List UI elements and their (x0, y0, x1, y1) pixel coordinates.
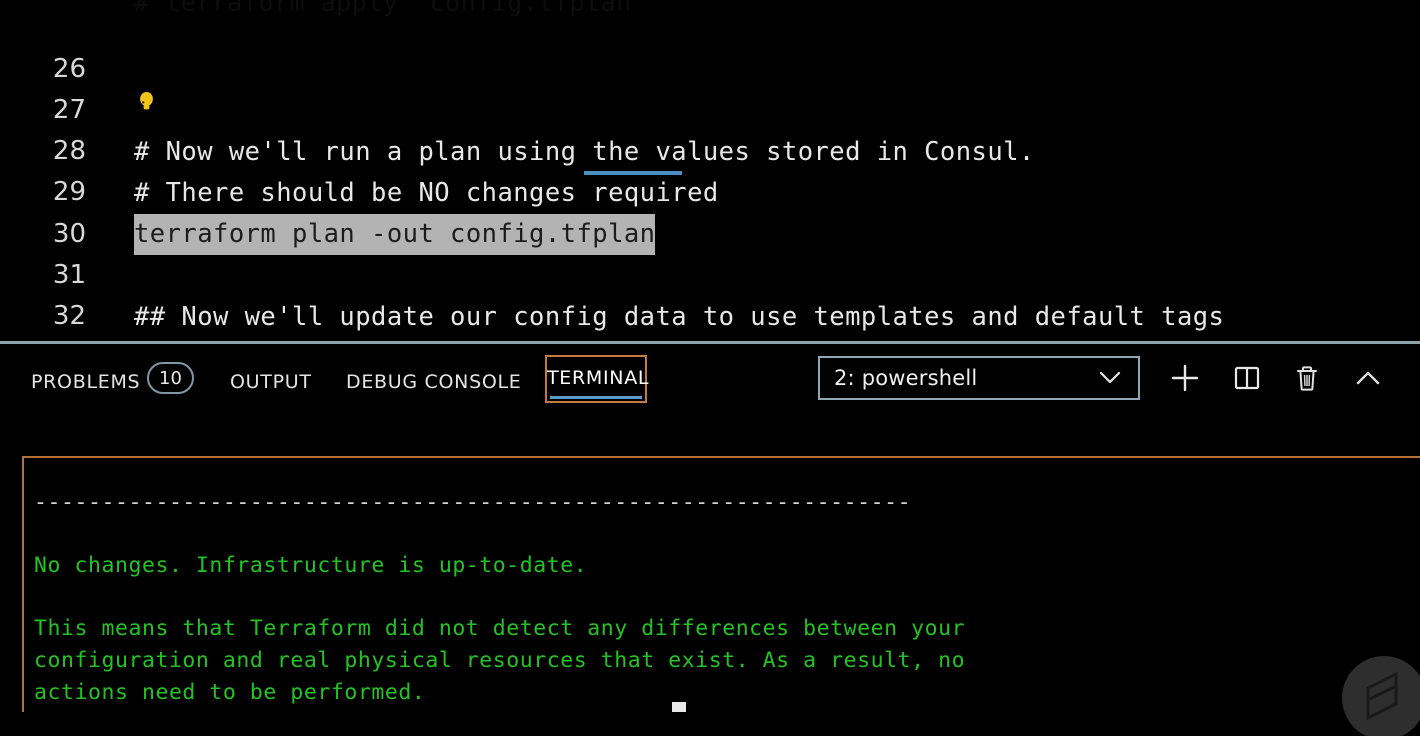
plus-icon[interactable] (1165, 358, 1205, 398)
tab-debug-console-label: DEBUG CONSOLE (346, 371, 522, 393)
lightbulb-icon[interactable] (138, 91, 155, 112)
terminal-output[interactable]: ----------------------------------------… (22, 456, 1420, 712)
tab-terminal[interactable]: TERMINAL (545, 355, 650, 403)
editor-line[interactable]: 27 # Now we'll run a plan using the valu… (0, 49, 1420, 166)
problems-count-badge: 10 (147, 362, 194, 394)
editor-line[interactable]: 26 (0, 8, 1420, 84)
editor-line[interactable]: 30 (0, 173, 1420, 249)
terminal-line: This means that Terraform did not detect… (34, 616, 966, 641)
chevron-up-icon[interactable] (1348, 358, 1388, 398)
code-editor[interactable]: # terraform apply "config.tfplan" 26 27 … (0, 0, 1420, 343)
editor-line[interactable]: 31 ## Now we'll update our config data t… (0, 214, 1420, 331)
spell-underline-icon (584, 171, 682, 175)
editor-line[interactable]: 32 # Go into the consul folder (0, 255, 1420, 343)
tab-debug-console[interactable]: DEBUG CONSOLE (346, 364, 521, 400)
editor-line[interactable]: 28 # There should be NO changes required (0, 90, 1420, 207)
terminal-line: ----------------------------------------… (34, 490, 912, 515)
split-icon[interactable] (1227, 358, 1267, 398)
tab-output[interactable]: OUTPUT (230, 364, 312, 400)
tab-terminal-label: TERMINAL (547, 367, 650, 389)
terminal-line: actions need to be performed. (34, 680, 426, 705)
trash-icon[interactable] (1287, 358, 1327, 398)
tab-problems-label: PROBLEMS (31, 371, 141, 393)
tab-output-label: OUTPUT (230, 371, 312, 393)
editor-line[interactable]: 33 cd ..\consul (0, 296, 1420, 343)
panel-header: PROBLEMS OUTPUT DEBUG CONSOLE TERMINAL (0, 344, 1420, 420)
terminal-instance-select[interactable]: 2: powershell (818, 356, 1140, 400)
editor-line-selected[interactable]: 29 terraform plan -out config.tfplan (0, 131, 1420, 256)
tab-active-underline (550, 396, 642, 399)
chevron-down-icon[interactable] (1098, 370, 1122, 386)
terminal-cursor (672, 702, 686, 712)
terminal-line: No changes. Infrastructure is up-to-date… (34, 553, 588, 578)
tab-problems[interactable]: PROBLEMS (31, 364, 140, 400)
terminal-line: configuration and real physical resource… (34, 648, 966, 673)
terminal-instance-value: 2: powershell (834, 366, 978, 390)
